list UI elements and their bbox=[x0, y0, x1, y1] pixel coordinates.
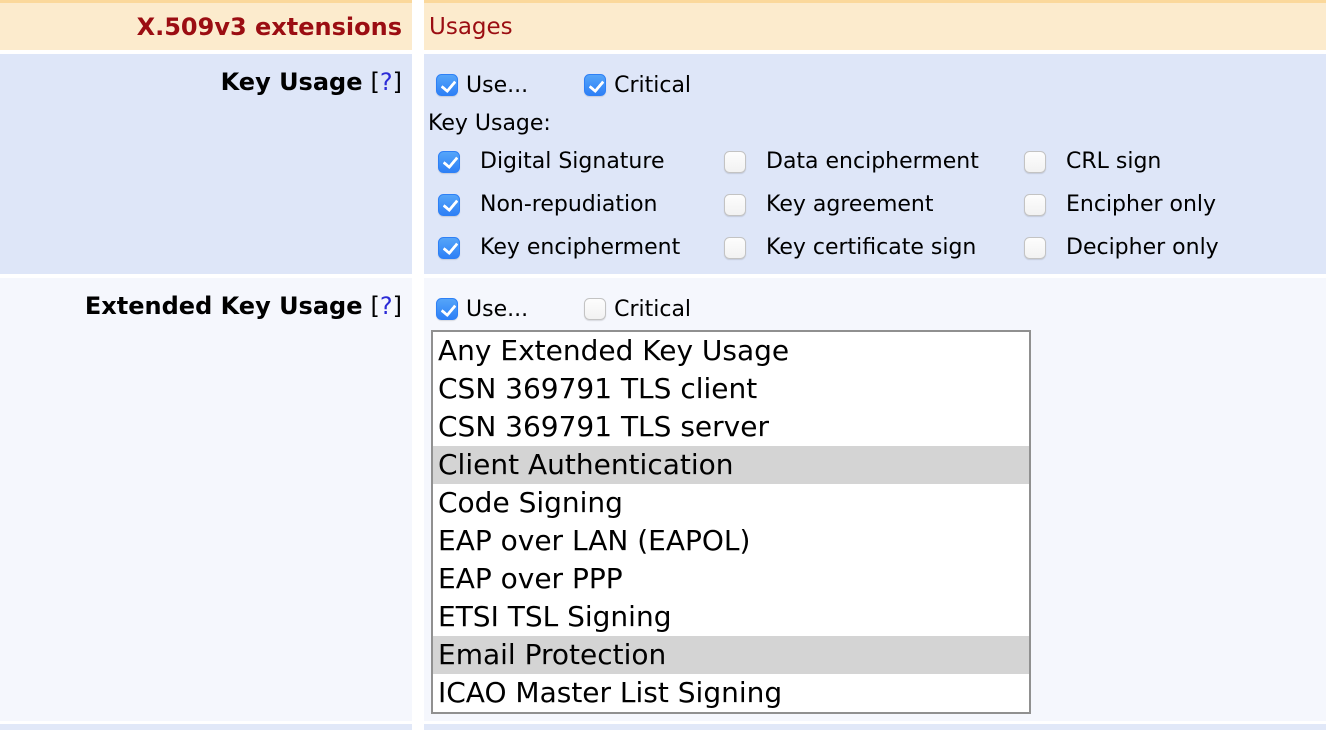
eku-option-etsi-tsl-signing[interactable]: ETSI TSL Signing bbox=[433, 598, 1029, 636]
checkbox-decipher-only[interactable] bbox=[1024, 237, 1046, 259]
key-usage-critical-checkbox[interactable] bbox=[584, 74, 606, 96]
checkbox-encipher-only[interactable] bbox=[1024, 194, 1046, 216]
checkbox-data-encipherment[interactable] bbox=[724, 151, 746, 173]
x509-extensions-form: X.509v3 extensions Usages Key Usage [?] … bbox=[0, 0, 1326, 730]
eku-option-any-extended-key-usage[interactable]: Any Extended Key Usage bbox=[433, 332, 1029, 370]
checkbox-key-encipherment[interactable] bbox=[438, 237, 460, 259]
checkbox-digital-signature[interactable] bbox=[438, 151, 460, 173]
label-key-encipherment: Key encipherment bbox=[480, 235, 704, 260]
usages-header-cell: Usages bbox=[424, 3, 1326, 50]
extended-key-usage-help: [?] bbox=[371, 291, 403, 321]
column-gap bbox=[412, 3, 424, 50]
key-usage-label-cell: Key Usage [?] bbox=[0, 54, 412, 274]
checkbox-key-certificate-sign[interactable] bbox=[724, 237, 746, 259]
label-key-certificate-sign: Key certificate sign bbox=[766, 235, 1004, 260]
key-usage-options-grid: Digital Signature Data encipherment CRL … bbox=[438, 149, 1326, 260]
checkbox-non-repudiation[interactable] bbox=[438, 194, 460, 216]
section-header-cell: X.509v3 extensions bbox=[0, 3, 412, 50]
next-row-sliver-left bbox=[0, 724, 412, 730]
label-decipher-only: Decipher only bbox=[1066, 235, 1326, 260]
extended-key-usage-help-link[interactable]: ? bbox=[380, 292, 393, 320]
eku-option-eap-over-ppp[interactable]: EAP over PPP bbox=[433, 560, 1029, 598]
eku-option-eap-over-lan[interactable]: EAP over LAN (EAPOL) bbox=[433, 522, 1029, 560]
key-usage-help-link[interactable]: ? bbox=[380, 68, 393, 96]
extended-key-usage-label-cell: Extended Key Usage [?] bbox=[0, 278, 412, 721]
usages-title: Usages bbox=[429, 14, 513, 40]
eku-use-label: Use... bbox=[466, 297, 528, 322]
eku-option-code-signing[interactable]: Code Signing bbox=[433, 484, 1029, 522]
key-usage-help: [?] bbox=[371, 67, 403, 97]
key-usage-caption: Key Usage: bbox=[428, 111, 1326, 136]
eku-option-email-protection[interactable]: Email Protection bbox=[433, 636, 1029, 674]
eku-option-csn-369791-tls-server[interactable]: CSN 369791 TLS server bbox=[433, 408, 1029, 446]
key-usage-critical-pair: Critical bbox=[584, 73, 691, 98]
extended-key-usage-use-line: Use... Critical bbox=[436, 298, 1326, 320]
extended-key-usage-label: Extended Key Usage bbox=[85, 291, 363, 321]
eku-critical-checkbox[interactable] bbox=[584, 298, 606, 320]
key-usage-critical-label: Critical bbox=[614, 73, 691, 98]
eku-critical-pair: Critical bbox=[584, 297, 691, 322]
checkbox-crl-sign[interactable] bbox=[1024, 151, 1046, 173]
label-key-agreement: Key agreement bbox=[766, 192, 1004, 217]
label-non-repudiation: Non-repudiation bbox=[480, 192, 704, 217]
checkbox-key-agreement[interactable] bbox=[724, 194, 746, 216]
key-usage-content-cell: Use... Critical Key Usage: Digital Signa… bbox=[424, 54, 1326, 274]
extended-key-usage-listbox[interactable]: Any Extended Key Usage CSN 369791 TLS cl… bbox=[431, 330, 1031, 714]
section-title: X.509v3 extensions bbox=[137, 13, 402, 41]
label-crl-sign: CRL sign bbox=[1066, 149, 1326, 174]
label-encipher-only: Encipher only bbox=[1066, 192, 1326, 217]
next-row-sliver-right bbox=[424, 724, 1326, 730]
eku-critical-label: Critical bbox=[614, 297, 691, 322]
extended-key-usage-content-cell: Use... Critical Any Extended Key Usage C… bbox=[424, 278, 1326, 721]
eku-option-client-authentication[interactable]: Client Authentication bbox=[433, 446, 1029, 484]
eku-use-pair: Use... bbox=[436, 297, 528, 322]
key-usage-use-label: Use... bbox=[466, 73, 528, 98]
key-usage-use-checkbox[interactable] bbox=[436, 74, 458, 96]
eku-option-icao-master-list-signing[interactable]: ICAO Master List Signing bbox=[433, 674, 1029, 712]
eku-use-checkbox[interactable] bbox=[436, 298, 458, 320]
eku-option-csn-369791-tls-client[interactable]: CSN 369791 TLS client bbox=[433, 370, 1029, 408]
key-usage-use-pair: Use... bbox=[436, 73, 528, 98]
key-usage-use-line: Use... Critical bbox=[436, 74, 1326, 96]
label-digital-signature: Digital Signature bbox=[480, 149, 704, 174]
key-usage-label: Key Usage bbox=[221, 67, 363, 97]
label-data-encipherment: Data encipherment bbox=[766, 149, 1004, 174]
